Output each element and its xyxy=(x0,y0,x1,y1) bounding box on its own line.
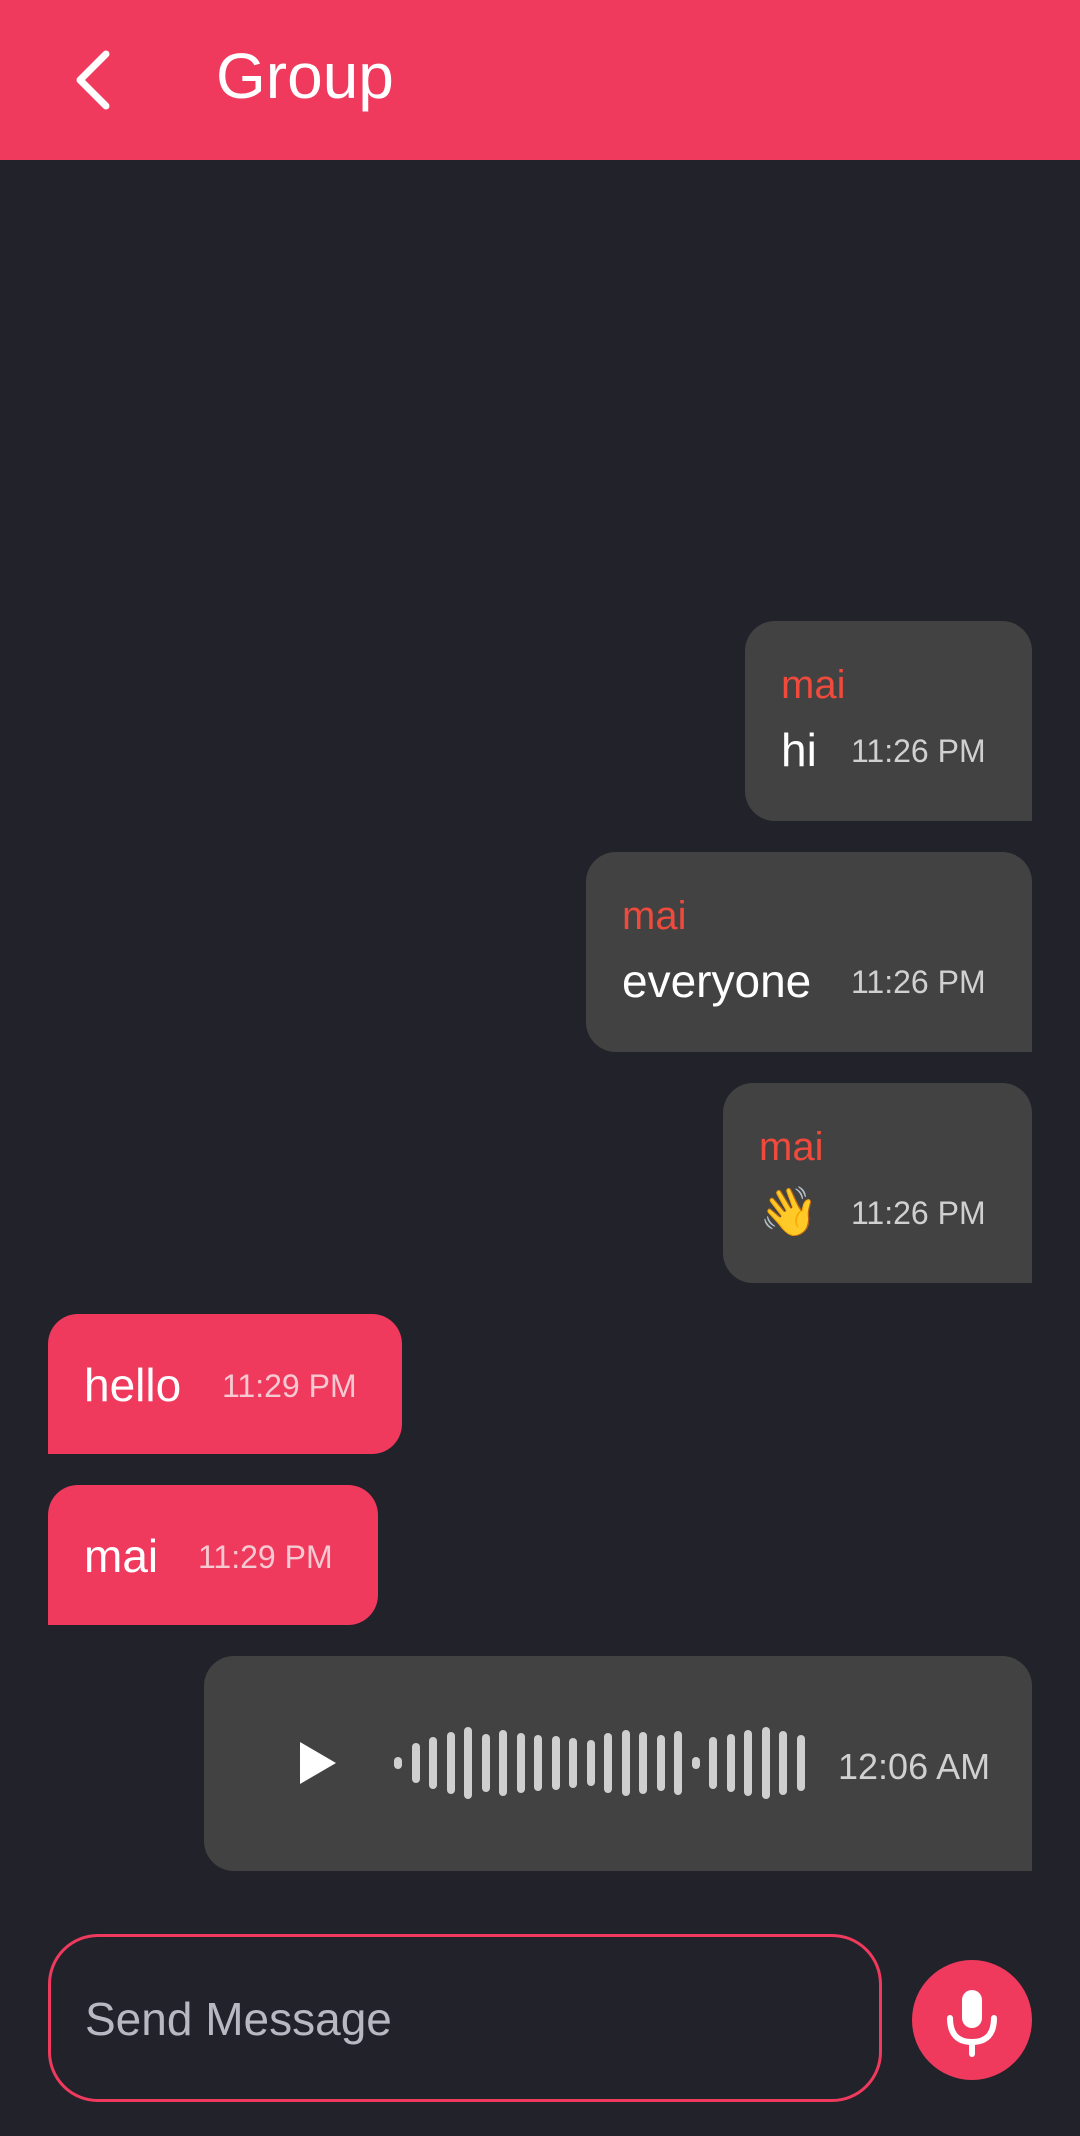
message-bubble-incoming[interactable]: hello 11:29 PM xyxy=(48,1314,402,1454)
waveform-bar xyxy=(516,1733,525,1793)
back-button[interactable] xyxy=(60,40,140,120)
sender-name: mai xyxy=(781,663,846,707)
play-icon xyxy=(300,1742,336,1784)
message-time: 12:06 AM xyxy=(838,1746,991,1787)
app-bar: Group xyxy=(0,0,1080,160)
audio-waveform[interactable] xyxy=(394,1696,814,1831)
message-bubble-outgoing[interactable]: mai everyone 11:26 PM xyxy=(586,852,1032,1052)
waveform-bar xyxy=(446,1732,455,1794)
page-title: Group xyxy=(216,40,394,112)
sender-name: mai xyxy=(759,1125,824,1169)
message-time: 11:29 PM xyxy=(198,1539,333,1575)
waveform-bar xyxy=(534,1735,542,1791)
voice-message-bubble[interactable]: 12:06 AM xyxy=(204,1656,1032,1871)
waveform-bar xyxy=(674,1731,682,1795)
message-time: 11:26 PM xyxy=(851,1195,986,1231)
waveform-bar xyxy=(691,1757,700,1769)
waveform-bar xyxy=(709,1737,717,1789)
waveform-bar xyxy=(744,1730,752,1796)
waveform-bar xyxy=(761,1727,770,1799)
message-time: 11:26 PM xyxy=(851,733,986,769)
message-emoji: 👋 xyxy=(759,1186,819,1239)
waveform-bar xyxy=(411,1743,420,1783)
waveform-bar xyxy=(656,1735,665,1791)
waveform-bar xyxy=(621,1730,630,1796)
mic-button[interactable] xyxy=(912,1960,1032,2080)
waveform-bar xyxy=(499,1730,507,1796)
message-text: hello xyxy=(84,1359,182,1411)
message-bubble-outgoing[interactable]: mai 👋 11:26 PM xyxy=(723,1083,1032,1283)
waveform-bar xyxy=(394,1757,402,1769)
message-text: mai xyxy=(84,1530,159,1582)
waveform-bar xyxy=(551,1736,560,1790)
message-bubble-incoming[interactable]: mai 11:29 PM xyxy=(48,1485,378,1625)
message-time: 11:29 PM xyxy=(222,1368,357,1404)
message-bubble-outgoing[interactable]: mai hi 11:26 PM xyxy=(745,621,1032,821)
waveform-bar xyxy=(464,1727,472,1799)
waveform-bar xyxy=(639,1732,647,1794)
play-button[interactable] xyxy=(284,1728,354,1798)
message-input-container xyxy=(48,1934,882,2102)
waveform-bar xyxy=(726,1734,735,1792)
message-time: 11:26 PM xyxy=(851,964,986,1000)
message-input[interactable] xyxy=(83,1983,847,2055)
waveform-bar xyxy=(586,1740,595,1786)
waveform-bar xyxy=(796,1735,805,1791)
chevron-left-icon xyxy=(76,50,110,110)
message-text: everyone xyxy=(622,955,812,1007)
waveform-bar xyxy=(429,1737,437,1789)
waveform-bar xyxy=(779,1731,787,1795)
waveform-bar xyxy=(569,1738,577,1788)
message-text: hi xyxy=(781,724,817,776)
waveform-bar xyxy=(481,1734,490,1792)
waveform-bar xyxy=(604,1733,612,1793)
microphone-icon xyxy=(947,1990,997,2057)
sender-name: mai xyxy=(622,894,687,938)
